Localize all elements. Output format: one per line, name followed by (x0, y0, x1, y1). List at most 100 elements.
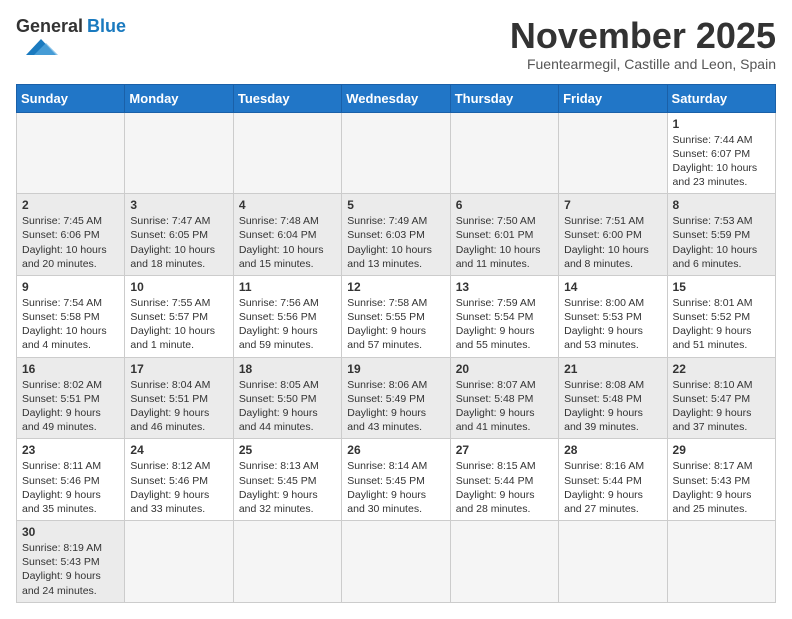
day-number: 29 (673, 443, 770, 457)
day-number: 30 (22, 525, 119, 539)
day-number: 17 (130, 362, 227, 376)
calendar-cell (17, 112, 125, 194)
calendar-cell (342, 521, 450, 603)
calendar-cell: 17 Sunrise: 8:04 AM Sunset: 5:51 PM Dayli… (125, 357, 233, 439)
day-number: 14 (564, 280, 661, 294)
calendar-cell (233, 521, 341, 603)
day-info: Sunrise: 7:49 AM Sunset: 6:03 PM Dayligh… (347, 214, 444, 271)
calendar-cell: 12 Sunrise: 7:58 AM Sunset: 5:55 PM Dayli… (342, 275, 450, 357)
calendar-cell: 1Sunrise: 7:44 AM Sunset: 6:07 PM Daylig… (667, 112, 775, 194)
day-info: Sunrise: 8:12 AM Sunset: 5:46 PM Dayligh… (130, 459, 227, 516)
weekday-header-friday: Friday (559, 84, 667, 112)
day-info: Sunrise: 8:15 AM Sunset: 5:44 PM Dayligh… (456, 459, 553, 516)
day-number: 18 (239, 362, 336, 376)
week-row-4: 23 Sunrise: 8:11 AM Sunset: 5:46 PM Dayli… (17, 439, 776, 521)
calendar-cell (559, 521, 667, 603)
day-number: 22 (673, 362, 770, 376)
calendar-cell: 22Sunrise: 8:10 AM Sunset: 5:47 PM Dayli… (667, 357, 775, 439)
day-number: 28 (564, 443, 661, 457)
calendar-cell: 19Sunrise: 8:06 AM Sunset: 5:49 PM Dayli… (342, 357, 450, 439)
calendar-cell (125, 521, 233, 603)
day-info: Sunrise: 7:54 AM Sunset: 5:58 PM Dayligh… (22, 296, 119, 353)
calendar-cell (559, 112, 667, 194)
calendar-cell: 29 Sunrise: 8:17 AM Sunset: 5:43 PM Dayli… (667, 439, 775, 521)
day-number: 15 (673, 280, 770, 294)
week-row-2: 9 Sunrise: 7:54 AM Sunset: 5:58 PM Daylig… (17, 275, 776, 357)
calendar-cell: 11 Sunrise: 7:56 AM Sunset: 5:56 PM Dayli… (233, 275, 341, 357)
day-number: 2 (22, 198, 119, 212)
weekday-header-sunday: Sunday (17, 84, 125, 112)
day-info: Sunrise: 8:13 AM Sunset: 5:45 PM Dayligh… (239, 459, 336, 516)
day-info: Sunrise: 7:56 AM Sunset: 5:56 PM Dayligh… (239, 296, 336, 353)
calendar-cell (233, 112, 341, 194)
day-number: 3 (130, 198, 227, 212)
calendar-cell (125, 112, 233, 194)
day-info: Sunrise: 8:04 AM Sunset: 5:51 PM Dayligh… (130, 378, 227, 435)
calendar-table: SundayMondayTuesdayWednesdayThursdayFrid… (16, 84, 776, 603)
calendar-cell: 6Sunrise: 7:50 AM Sunset: 6:01 PM Daylig… (450, 194, 558, 276)
day-info: Sunrise: 8:00 AM Sunset: 5:53 PM Dayligh… (564, 296, 661, 353)
day-info: Sunrise: 8:17 AM Sunset: 5:43 PM Dayligh… (673, 459, 770, 516)
calendar-cell (450, 112, 558, 194)
day-number: 4 (239, 198, 336, 212)
day-info: Sunrise: 7:51 AM Sunset: 6:00 PM Dayligh… (564, 214, 661, 271)
day-number: 19 (347, 362, 444, 376)
logo-area: General Blue (16, 16, 126, 59)
logo-blue: Blue (87, 16, 126, 37)
weekday-header-row: SundayMondayTuesdayWednesdayThursdayFrid… (17, 84, 776, 112)
day-number: 21 (564, 362, 661, 376)
day-number: 23 (22, 443, 119, 457)
calendar-cell: 27Sunrise: 8:15 AM Sunset: 5:44 PM Dayli… (450, 439, 558, 521)
day-info: Sunrise: 7:59 AM Sunset: 5:54 PM Dayligh… (456, 296, 553, 353)
calendar-cell: 15Sunrise: 8:01 AM Sunset: 5:52 PM Dayli… (667, 275, 775, 357)
calendar-cell: 23 Sunrise: 8:11 AM Sunset: 5:46 PM Dayli… (17, 439, 125, 521)
day-info: Sunrise: 8:05 AM Sunset: 5:50 PM Dayligh… (239, 378, 336, 435)
calendar-cell: 9 Sunrise: 7:54 AM Sunset: 5:58 PM Daylig… (17, 275, 125, 357)
calendar-cell: 8Sunrise: 7:53 AM Sunset: 5:59 PM Daylig… (667, 194, 775, 276)
day-info: Sunrise: 7:45 AM Sunset: 6:06 PM Dayligh… (22, 214, 119, 271)
calendar-cell: 21Sunrise: 8:08 AM Sunset: 5:48 PM Dayli… (559, 357, 667, 439)
calendar-cell: 24 Sunrise: 8:12 AM Sunset: 5:46 PM Dayli… (125, 439, 233, 521)
day-number: 11 (239, 280, 336, 294)
weekday-header-thursday: Thursday (450, 84, 558, 112)
day-info: Sunrise: 7:44 AM Sunset: 6:07 PM Dayligh… (673, 133, 770, 190)
day-number: 12 (347, 280, 444, 294)
header: General Blue November 2025 Fuentearmegil… (16, 16, 776, 72)
calendar-cell: 5 Sunrise: 7:49 AM Sunset: 6:03 PM Daylig… (342, 194, 450, 276)
day-number: 8 (673, 198, 770, 212)
calendar-cell: 14 Sunrise: 8:00 AM Sunset: 5:53 PM Dayli… (559, 275, 667, 357)
day-number: 5 (347, 198, 444, 212)
calendar-cell: 26Sunrise: 8:14 AM Sunset: 5:45 PM Dayli… (342, 439, 450, 521)
day-info: Sunrise: 8:07 AM Sunset: 5:48 PM Dayligh… (456, 378, 553, 435)
month-title: November 2025 (510, 16, 776, 56)
day-number: 20 (456, 362, 553, 376)
calendar-cell: 3 Sunrise: 7:47 AM Sunset: 6:05 PM Daylig… (125, 194, 233, 276)
day-info: Sunrise: 7:58 AM Sunset: 5:55 PM Dayligh… (347, 296, 444, 353)
calendar-cell: 20 Sunrise: 8:07 AM Sunset: 5:48 PM Dayli… (450, 357, 558, 439)
day-number: 13 (456, 280, 553, 294)
calendar-cell: 28Sunrise: 8:16 AM Sunset: 5:44 PM Dayli… (559, 439, 667, 521)
day-info: Sunrise: 7:48 AM Sunset: 6:04 PM Dayligh… (239, 214, 336, 271)
day-info: Sunrise: 7:50 AM Sunset: 6:01 PM Dayligh… (456, 214, 553, 271)
calendar-cell: 7 Sunrise: 7:51 AM Sunset: 6:00 PM Daylig… (559, 194, 667, 276)
day-info: Sunrise: 8:11 AM Sunset: 5:46 PM Dayligh… (22, 459, 119, 516)
calendar-cell (342, 112, 450, 194)
title-area: November 2025 Fuentearmegil, Castille an… (510, 16, 776, 72)
day-number: 7 (564, 198, 661, 212)
day-number: 24 (130, 443, 227, 457)
day-number: 9 (22, 280, 119, 294)
week-row-1: 2 Sunrise: 7:45 AM Sunset: 6:06 PM Daylig… (17, 194, 776, 276)
day-number: 10 (130, 280, 227, 294)
day-info: Sunrise: 7:47 AM Sunset: 6:05 PM Dayligh… (130, 214, 227, 271)
week-row-0: 1Sunrise: 7:44 AM Sunset: 6:07 PM Daylig… (17, 112, 776, 194)
weekday-header-saturday: Saturday (667, 84, 775, 112)
week-row-3: 16Sunrise: 8:02 AM Sunset: 5:51 PM Dayli… (17, 357, 776, 439)
location-subtitle: Fuentearmegil, Castille and Leon, Spain (510, 56, 776, 72)
calendar-cell: 4 Sunrise: 7:48 AM Sunset: 6:04 PM Daylig… (233, 194, 341, 276)
calendar-cell: 10 Sunrise: 7:55 AM Sunset: 5:57 PM Dayli… (125, 275, 233, 357)
day-info: Sunrise: 8:14 AM Sunset: 5:45 PM Dayligh… (347, 459, 444, 516)
calendar-cell: 16Sunrise: 8:02 AM Sunset: 5:51 PM Dayli… (17, 357, 125, 439)
calendar-cell (667, 521, 775, 603)
day-info: Sunrise: 8:19 AM Sunset: 5:43 PM Dayligh… (22, 541, 119, 598)
day-info: Sunrise: 7:55 AM Sunset: 5:57 PM Dayligh… (130, 296, 227, 353)
